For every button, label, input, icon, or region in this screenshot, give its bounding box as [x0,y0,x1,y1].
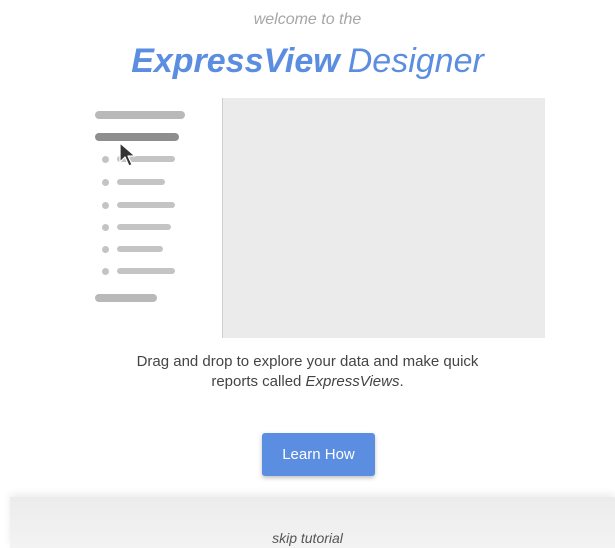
illustration-dot [102,179,109,186]
illustration-line [117,268,175,274]
illustration-dot [102,268,109,275]
title-suffix: Designer [347,42,484,80]
illustration-dot [102,246,109,253]
illustration-header-bar [95,111,185,119]
page-title: ExpressView Designer [0,38,615,84]
description-line-2-prefix: reports called [211,373,306,390]
welcome-text: welcome to the [253,11,362,28]
illustration-line [117,224,171,230]
description-line-2: reports called ExpressViews. [0,372,615,392]
learn-how-button[interactable]: Learn How [262,433,375,476]
illustration-line [117,202,175,208]
illustration-dot [102,224,109,231]
illustration-dot [102,202,109,209]
description-line-2-suffix: . [399,373,404,390]
illustration-line [117,179,165,185]
illustration-footer-bar [95,294,157,302]
cursor-arrow-icon [119,142,136,167]
description-line-1: Drag and drop to explore your data and m… [136,353,479,370]
illustration-dot [102,156,109,163]
description-text: Drag and drop to explore your data and m… [0,352,615,392]
illustration-dragged-bar [95,133,179,141]
canvas-illustration [222,98,545,338]
skip-tutorial-link[interactable]: skip tutorial [0,530,615,546]
expressviews-term: ExpressViews [305,373,400,390]
title-brand: ExpressView [131,42,340,80]
illustration-line [117,246,163,252]
tutorial-dialog: welcome to the ExpressView Designer Drag … [0,0,615,548]
